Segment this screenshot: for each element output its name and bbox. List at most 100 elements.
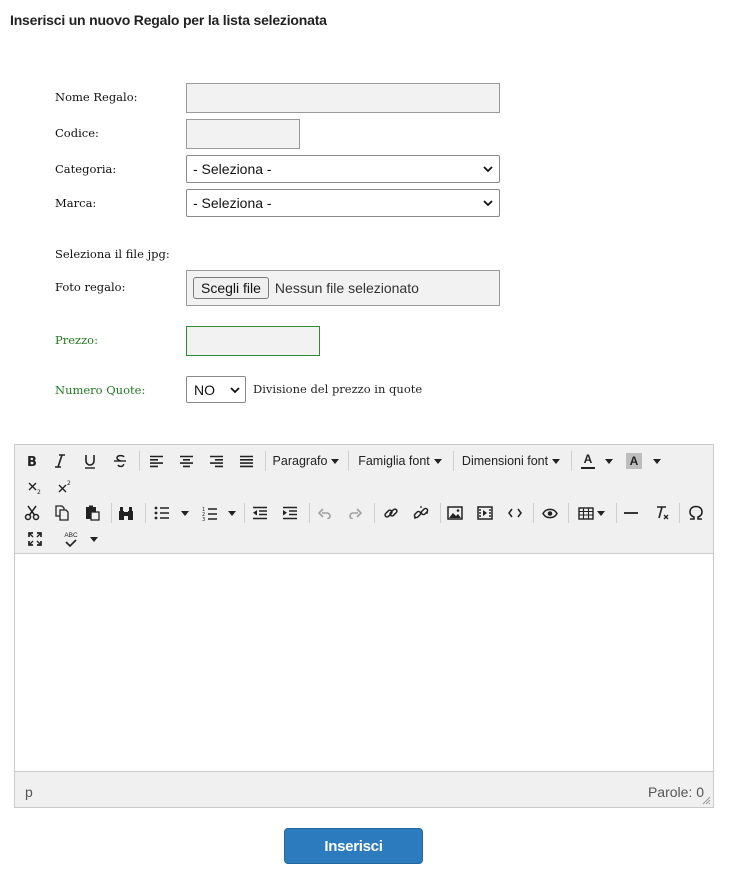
numero-quote-select[interactable]: NO	[186, 376, 246, 403]
toolbar-separator	[533, 503, 534, 523]
font-family-dropdown[interactable]: Famiglia font	[355, 449, 445, 473]
element-path[interactable]: p	[25, 784, 33, 800]
font-size-dropdown-label: Dimensioni font	[461, 454, 549, 468]
file-section-label: Seleziona il file jpg:	[55, 247, 170, 261]
text-color-swatch	[581, 467, 595, 469]
horizontal-rule-icon[interactable]	[621, 501, 641, 525]
chevron-down-icon	[483, 166, 493, 173]
subscript-icon[interactable]: 2	[25, 475, 45, 499]
submit-button[interactable]: Inserisci	[284, 828, 423, 864]
special-character-icon[interactable]	[686, 501, 706, 525]
chevron-down-icon	[230, 386, 240, 393]
svg-text:3: 3	[202, 517, 205, 521]
caret-down-icon	[433, 458, 442, 464]
marca-selected-value: - Seleziona -	[193, 195, 272, 211]
file-status-text: Nessun file selezionato	[274, 280, 419, 296]
toolbar-separator	[679, 503, 680, 523]
svg-text:2: 2	[37, 489, 41, 495]
media-icon[interactable]	[475, 501, 495, 525]
bold-icon[interactable]: B	[22, 449, 42, 473]
marca-label: Marca:	[55, 196, 97, 210]
text-color-icon[interactable]: A	[579, 449, 597, 473]
table-icon[interactable]	[575, 501, 607, 525]
word-count: Parole: 0	[647, 784, 704, 800]
spellcheck-icon[interactable]: ABC	[61, 527, 81, 551]
fullscreen-icon[interactable]	[25, 527, 45, 551]
toolbar-separator	[568, 503, 569, 523]
caret-down-icon	[90, 536, 98, 542]
outdent-icon[interactable]	[250, 501, 270, 525]
editor-statusbar: p Parole: 0	[15, 771, 713, 807]
chevron-down-icon	[483, 200, 493, 207]
preview-icon[interactable]	[539, 501, 561, 525]
caret-down-icon	[331, 458, 340, 464]
align-left-icon[interactable]	[146, 449, 166, 473]
prezzo-input[interactable]	[186, 326, 320, 356]
choose-file-button[interactable]: Scegli file	[193, 277, 269, 299]
cut-icon[interactable]	[22, 501, 42, 525]
toolbar-separator	[440, 503, 441, 523]
foto-file-input[interactable]: Scegli file Nessun file selezionato	[186, 270, 500, 306]
numbered-list-icon[interactable]: 123	[200, 501, 220, 525]
find-replace-icon[interactable]	[116, 501, 136, 525]
link-icon[interactable]	[381, 501, 401, 525]
paste-icon[interactable]	[82, 501, 102, 525]
quote-hint: Divisione del prezzo in quote	[253, 382, 423, 396]
paragraph-dropdown[interactable]: Paragrafo	[271, 449, 341, 473]
toolbar-separator	[453, 451, 454, 471]
codice-label: Codice:	[55, 126, 99, 140]
bullet-list-icon[interactable]	[152, 501, 172, 525]
categoria-select[interactable]: - Seleziona -	[186, 155, 500, 183]
code-icon[interactable]	[505, 501, 525, 525]
caret-down-icon	[596, 510, 605, 516]
text-color-caret[interactable]	[605, 449, 613, 473]
font-family-dropdown-label: Famiglia font	[358, 454, 430, 468]
align-right-icon[interactable]	[206, 449, 226, 473]
spellcheck-caret[interactable]	[90, 527, 98, 551]
italic-icon[interactable]	[50, 449, 70, 473]
rich-text-editor: B Paragrafo Famiglia font Dimensioni fon…	[14, 444, 714, 808]
strikethrough-icon[interactable]	[110, 449, 130, 473]
underline-icon[interactable]	[80, 449, 100, 473]
copy-icon[interactable]	[52, 501, 72, 525]
unlink-icon[interactable]	[411, 501, 431, 525]
marca-select[interactable]: - Seleziona -	[186, 189, 500, 217]
toolbar-separator	[571, 451, 572, 471]
svg-text:2: 2	[67, 480, 71, 487]
paragraph-dropdown-label: Paragrafo	[272, 454, 328, 468]
toolbar-separator	[374, 503, 375, 523]
editor-toolbar: B Paragrafo Famiglia font Dimensioni fon…	[15, 445, 713, 554]
nome-regalo-label: Nome Regalo:	[55, 90, 138, 104]
clear-formatting-icon[interactable]	[651, 501, 671, 525]
quote-selected-value: NO	[194, 381, 215, 398]
toolbar-separator	[111, 503, 112, 523]
align-center-icon[interactable]	[176, 449, 196, 473]
nome-regalo-input[interactable]	[186, 83, 500, 113]
prezzo-label: Prezzo:	[55, 333, 98, 347]
undo-icon[interactable]	[315, 501, 335, 525]
toolbar-separator	[309, 503, 310, 523]
indent-icon[interactable]	[280, 501, 300, 525]
superscript-icon[interactable]: 2	[55, 475, 75, 499]
editor-content-area[interactable]	[15, 554, 713, 771]
numbered-list-caret[interactable]	[228, 501, 236, 525]
toolbar-separator	[244, 503, 245, 523]
resize-handle-icon[interactable]	[702, 796, 711, 805]
background-color-letter: A	[626, 453, 642, 469]
numero-quote-label: Numero Quote:	[55, 383, 146, 397]
font-size-dropdown[interactable]: Dimensioni font	[459, 449, 563, 473]
background-color-icon[interactable]: A	[625, 449, 643, 473]
svg-text:B: B	[27, 455, 37, 468]
codice-input[interactable]	[186, 119, 300, 149]
toolbar-separator	[265, 451, 266, 471]
background-color-caret[interactable]	[653, 449, 661, 473]
caret-down-icon	[552, 458, 561, 464]
align-justify-icon[interactable]	[236, 449, 256, 473]
caret-down-icon	[181, 510, 189, 516]
toolbar-separator	[145, 503, 146, 523]
image-icon[interactable]	[445, 501, 465, 525]
bullet-list-caret[interactable]	[181, 501, 189, 525]
redo-icon[interactable]	[345, 501, 365, 525]
text-color-letter: A	[583, 452, 593, 466]
caret-down-icon	[653, 458, 661, 464]
